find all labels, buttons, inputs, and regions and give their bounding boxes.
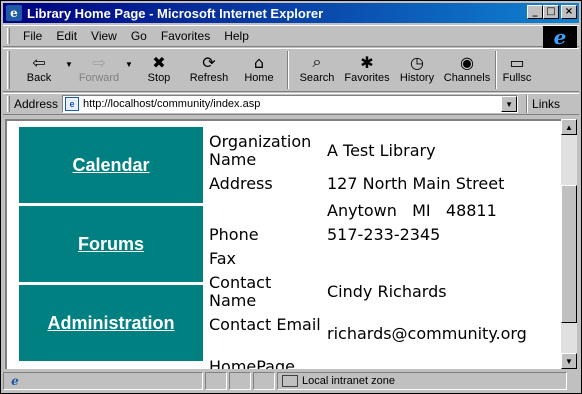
window-controls: _ □ ×: [527, 5, 577, 19]
address-input[interactable]: e http://localhost/community/index.asp ▼: [62, 95, 519, 113]
toolbar-separator: [287, 51, 289, 89]
nav-administration-cell: Administration: [19, 285, 203, 363]
channels-label: Channels: [443, 72, 491, 84]
page-content: Calendar Forums Administration Organizat…: [5, 119, 561, 369]
search-label: Search: [299, 72, 335, 84]
scroll-thumb[interactable]: [561, 185, 577, 323]
title-bar: e Library Home Page - Microsoft Internet…: [3, 3, 579, 23]
nav-link-forums[interactable]: Forums: [78, 234, 144, 255]
home-icon: ⌂: [253, 52, 265, 72]
label-fax: Fax: [209, 249, 237, 268]
scroll-down-icon[interactable]: ▼: [561, 353, 577, 369]
menu-file[interactable]: File: [16, 29, 49, 43]
forward-arrow-icon: ⇨: [92, 52, 106, 72]
nav-link-calendar[interactable]: Calendar: [72, 155, 149, 176]
links-separator: [526, 95, 529, 113]
toolbar-separator: [495, 51, 497, 89]
intranet-zone-icon: [282, 375, 298, 387]
back-dropdown-icon[interactable]: ▼: [64, 43, 74, 85]
value-organization-name: A Test Library: [327, 141, 436, 160]
forward-dropdown-icon[interactable]: ▼: [124, 43, 134, 85]
maximize-button[interactable]: □: [543, 5, 559, 19]
nav-forums-cell: Forums: [19, 206, 203, 284]
label-phone: Phone: [209, 225, 259, 244]
forward-button: ⇨ Forward: [74, 49, 124, 91]
search-icon: ⌕: [312, 52, 322, 71]
value-address-line1: 127 North Main Street: [327, 174, 505, 193]
stop-button[interactable]: ✖ Stop: [134, 49, 184, 91]
address-dropdown-icon[interactable]: ▼: [501, 96, 518, 112]
address-label: Address: [14, 97, 59, 111]
refresh-icon: ⟳: [202, 52, 216, 72]
status-panel: [253, 372, 275, 390]
ie-logo-icon: e: [543, 25, 577, 49]
address-bar: Address e http://localhost/community/ind…: [3, 93, 579, 115]
browser-window: e Library Home Page - Microsoft Internet…: [0, 0, 582, 394]
menu-bar: File Edit View Go Favorites Help: [3, 25, 579, 47]
status-ie-icon: e: [11, 374, 19, 388]
status-bar: e Local intranet zone: [3, 371, 579, 391]
close-button[interactable]: ×: [561, 5, 577, 19]
home-button[interactable]: ⌂ Home: [234, 49, 284, 91]
home-label: Home: [244, 72, 274, 84]
fullscreen-icon: ▭: [509, 52, 525, 72]
search-button[interactable]: ⌕ Search: [292, 49, 342, 91]
menu-view[interactable]: View: [84, 29, 124, 43]
links-button[interactable]: Links: [532, 97, 560, 111]
menu-grip[interactable]: [7, 28, 10, 44]
standard-toolbar: ⇦ Back ▼ ⇨ Forward ▼ ✖ Stop ⟳ Refresh ⌂ …: [3, 48, 579, 92]
value-contact-email: richards@community.org: [327, 324, 527, 343]
minimize-button[interactable]: _: [527, 5, 543, 19]
label-organization-name: Organization Name: [209, 132, 312, 169]
history-button[interactable]: ◷ History: [392, 49, 442, 91]
back-arrow-icon: ⇦: [32, 52, 46, 72]
stop-label: Stop: [147, 72, 171, 84]
label-address: Address: [209, 174, 273, 193]
status-panel: [229, 372, 251, 390]
scroll-up-icon[interactable]: ▲: [561, 119, 577, 135]
fullscreen-button[interactable]: ▭ Fullsc: [500, 49, 534, 91]
history-label: History: [399, 72, 435, 84]
channels-button[interactable]: ◉ Channels: [442, 49, 492, 91]
status-zone-panel: Local intranet zone: [277, 372, 567, 390]
forward-label: Forward: [78, 72, 120, 84]
ie-page-icon: e: [6, 5, 22, 21]
address-grip[interactable]: [7, 96, 10, 112]
label-contact-email: Contact Email: [209, 315, 321, 334]
history-icon: ◷: [410, 52, 424, 72]
nav-link-administration[interactable]: Administration: [47, 313, 174, 334]
toolbar-grip[interactable]: [7, 51, 10, 89]
favorites-folder-icon: ✱: [360, 52, 374, 72]
window-title: Library Home Page - Microsoft Internet E…: [27, 5, 324, 21]
menu-favorites[interactable]: Favorites: [154, 29, 217, 43]
favorites-button[interactable]: ✱ Favorites: [342, 49, 392, 91]
back-label: Back: [26, 72, 52, 84]
value-phone: 517-233-2345: [327, 225, 441, 244]
refresh-button[interactable]: ⟳ Refresh: [184, 49, 234, 91]
back-button[interactable]: ⇦ Back: [14, 49, 64, 91]
zone-label: Local intranet zone: [302, 375, 395, 387]
menu-help[interactable]: Help: [217, 29, 256, 43]
label-contact-name: Contact Name: [209, 273, 272, 310]
address-url[interactable]: http://localhost/community/index.asp: [83, 98, 260, 110]
favorites-label: Favorites: [344, 72, 390, 84]
refresh-label: Refresh: [189, 72, 229, 84]
vertical-scrollbar[interactable]: ▲ ▼: [561, 119, 577, 369]
stop-icon: ✖: [152, 52, 166, 72]
nav-calendar-cell: Calendar: [19, 127, 203, 205]
fullscreen-label: Fullsc: [502, 72, 532, 84]
label-homepage: HomePage: [209, 357, 295, 370]
value-contact-name: Cindy Richards: [327, 282, 447, 301]
value-address-line2: Anytown MI 48811: [327, 201, 497, 220]
status-main-panel: e: [3, 372, 203, 390]
page-icon: e: [65, 97, 80, 111]
menu-go[interactable]: Go: [124, 29, 154, 43]
status-panel: [205, 372, 227, 390]
menu-edit[interactable]: Edit: [49, 29, 84, 43]
channels-globe-icon: ◉: [460, 52, 474, 72]
